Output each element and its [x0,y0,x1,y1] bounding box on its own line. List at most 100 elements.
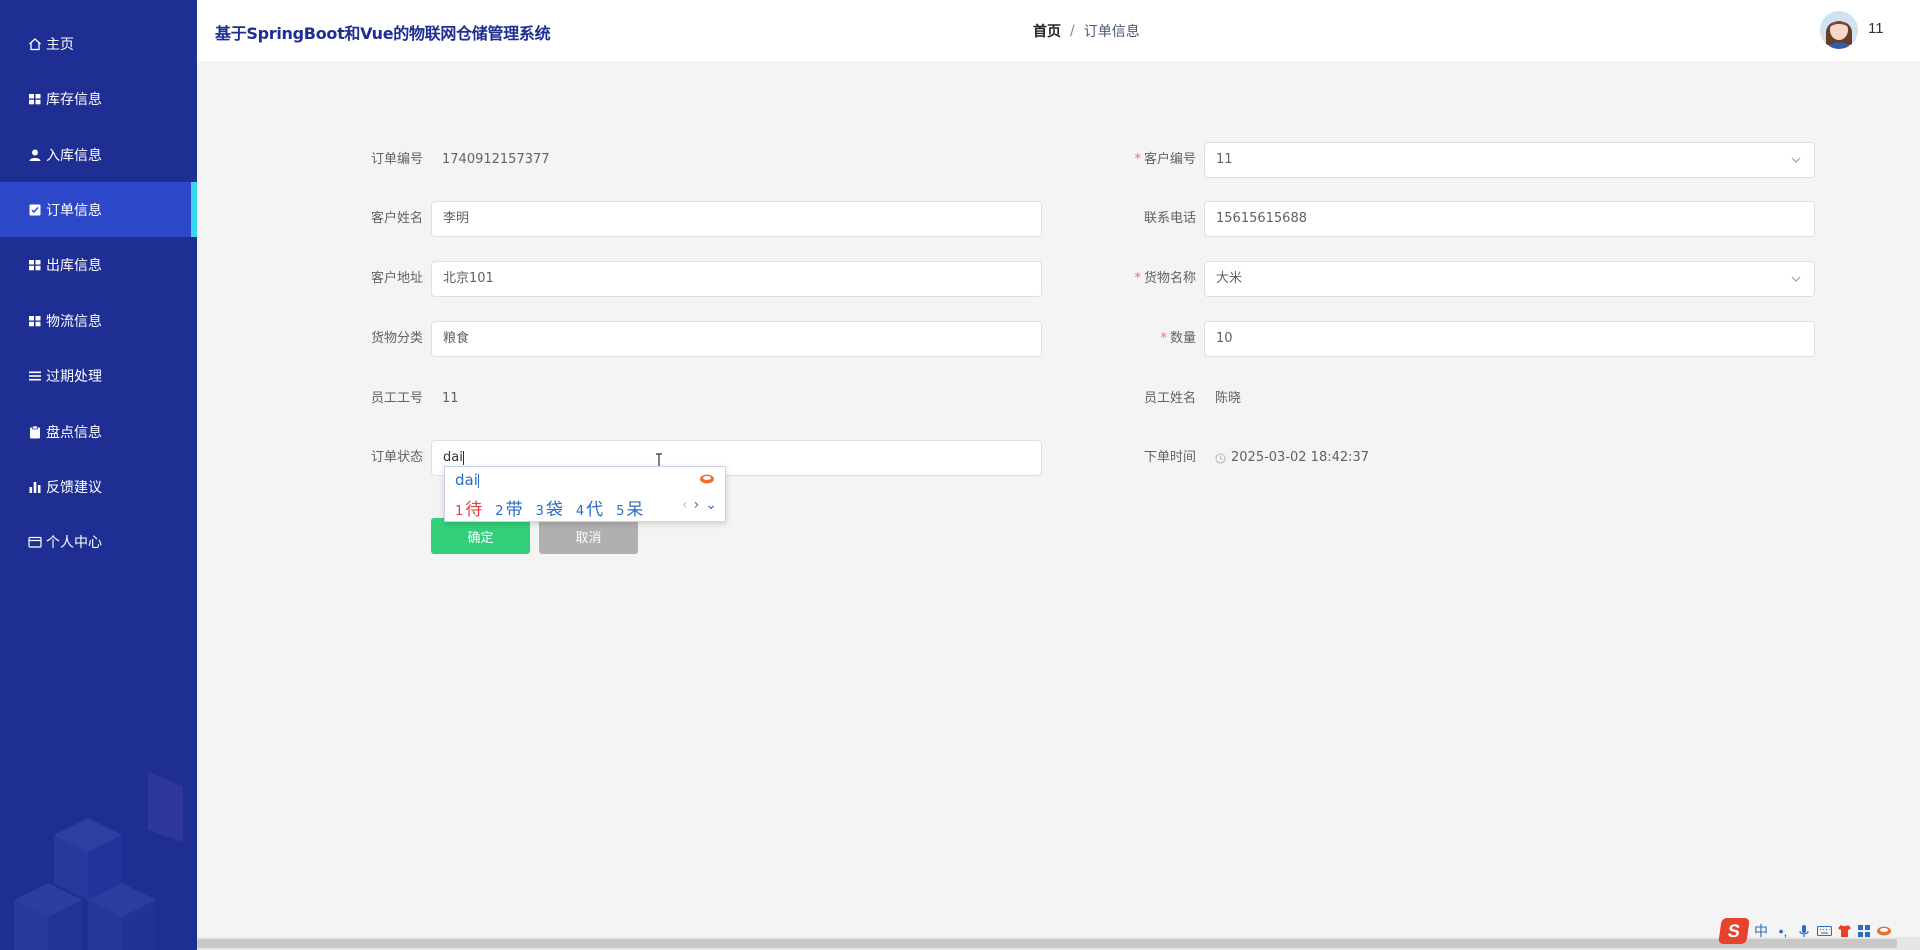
ime-next-page-icon[interactable]: › [694,497,700,513]
toolbox-grid-icon[interactable] [1856,923,1872,939]
card-icon [28,535,42,549]
category-label: 货物分类 [370,331,423,346]
ime-skin-icon[interactable] [699,473,715,485]
sidebar-item-label: 库存信息 [46,91,102,108]
address-input[interactable]: 北京101 [431,261,1042,297]
sidebar-item-label: 主页 [46,36,74,53]
goods-name-label: * 货物名称 [1134,271,1196,286]
category-input[interactable]: 粮食 [431,321,1042,357]
ime-candidate[interactable]: 4代 [576,495,603,520]
phone-label: 联系电话 [1143,211,1196,226]
sidebar-item-orders[interactable]: 订单信息 [0,182,197,237]
quantity-label: * 数量 [1160,331,1196,346]
grid-icon [28,92,42,106]
home-icon [28,37,42,51]
ime-prev-page-icon[interactable]: ‹ [682,497,688,513]
status-label: 订单状态 [370,450,423,465]
breadcrumb-home[interactable]: 首页 [1033,21,1061,41]
quantity-input[interactable]: 10 [1204,321,1815,357]
ime-candidate[interactable]: 3袋 [536,495,563,520]
sidebar-item-stocktake[interactable]: 盘点信息 [0,404,197,459]
customer-no-value: 11 [1216,152,1233,167]
phone-input[interactable]: 15615615688 [1204,201,1815,237]
customer-no-select[interactable]: 11 [1204,142,1815,178]
grid-icon [28,258,42,272]
ime-navigation: ‹ › ⌄ [682,497,717,513]
order-no-value: 1740912157377 [442,152,550,167]
sidebar-item-label: 物流信息 [46,313,102,330]
microphone-icon[interactable] [1796,923,1812,939]
goods-name-value: 大米 [1216,271,1243,286]
clock-icon [1215,452,1226,464]
bar-chart-icon [28,480,42,494]
sidebar-item-label: 盘点信息 [46,424,102,441]
sidebar-item-home[interactable]: 主页 [0,16,197,71]
sidebar-item-label: 出库信息 [46,257,102,274]
customer-name-label: 客户姓名 [370,211,423,226]
clipboard-icon [28,425,42,439]
required-mark: * [1134,152,1141,167]
checkbox-icon [28,203,42,217]
list-icon [28,369,42,383]
scrollbar-thumb[interactable] [197,939,1897,948]
sidebar-item-profile[interactable]: 个人中心 [0,514,197,569]
avatar[interactable] [1820,11,1858,49]
ime-toolbar: S 中 •, [1716,918,1920,944]
customer-no-label: * 客户编号 [1134,152,1196,167]
username[interactable]: 11 [1868,20,1884,37]
staff-name-label: 员工姓名 [1143,391,1196,406]
order-time-field: 2025-03-02 18:42:37 [1215,440,1369,476]
ime-composition: dai [455,471,479,489]
sidebar-item-inventory[interactable]: 库存信息 [0,71,197,126]
text-caret [462,450,464,465]
required-mark: * [1160,331,1167,346]
ime-candidate[interactable]: 2带 [495,495,522,520]
top-header: 基于SpringBoot和Vue的物联网仓储管理系统 首页 / 订单信息 11 [197,0,1920,61]
order-time-label: 下单时间 [1143,450,1196,465]
sidebar-item-label: 反馈建议 [46,479,102,496]
order-time-value: 2025-03-02 18:42:37 [1231,450,1370,465]
skin-shirt-icon[interactable] [1836,923,1852,939]
sidebar: 主页 库存信息 入库信息 订单信息 出库信息 物流信息 过期处理 盘点信息 反馈… [0,0,197,950]
ime-candidate-list: 1待 2带 3袋 4代 5呆 [455,495,656,520]
sidebar-item-inbound[interactable]: 入库信息 [0,127,197,182]
sidebar-item-label: 个人中心 [46,534,102,551]
ime-candidate[interactable]: 1待 [455,495,482,520]
chevron-down-icon [1791,276,1801,282]
sidebar-item-outbound[interactable]: 出库信息 [0,237,197,292]
staff-no-label: 员工工号 [370,391,423,406]
sidebar-item-logistics[interactable]: 物流信息 [0,293,197,348]
ime-candidate[interactable]: 5呆 [616,495,643,520]
sogou-logo-icon[interactable]: S [1718,918,1750,944]
sidebar-item-label: 过期处理 [46,368,102,385]
sidebar-item-label: 订单信息 [46,202,102,219]
user-icon [28,148,42,162]
breadcrumb: 首页 / 订单信息 [1033,21,1140,41]
staff-no-value: 11 [442,391,459,406]
punctuation-toggle[interactable]: •, [1774,923,1792,939]
ime-candidate-popup: dai 1待 2带 3袋 4代 5呆 ‹ › ⌄ [444,466,726,522]
customer-name-input[interactable]: 李明 [431,201,1042,237]
sidebar-item-expiry[interactable]: 过期处理 [0,348,197,403]
app-title: 基于SpringBoot和Vue的物联网仓储管理系统 [215,24,551,43]
grid-icon [28,314,42,328]
mascot-icon[interactable] [1876,923,1892,939]
sidebar-item-feedback[interactable]: 反馈建议 [0,459,197,514]
ime-expand-icon[interactable]: ⌄ [705,497,717,513]
ime-chinese-mode-toggle[interactable]: 中 [1752,921,1770,941]
chevron-down-icon [1791,157,1801,163]
decorative-cubes-illustration [14,772,183,950]
confirm-button[interactable]: 确定 [431,518,530,554]
horizontal-scrollbar[interactable] [197,937,1920,950]
breadcrumb-current: 订单信息 [1083,24,1140,40]
status-input-text: dai [443,450,463,465]
breadcrumb-separator: / [1070,23,1075,39]
required-mark: * [1134,271,1141,286]
goods-name-select[interactable]: 大米 [1204,261,1815,297]
keyboard-icon[interactable] [1816,923,1832,939]
address-label: 客户地址 [370,271,423,286]
staff-name-value: 陈晓 [1215,391,1242,406]
cancel-button[interactable]: 取消 [539,518,638,554]
order-no-label: 订单编号 [370,152,423,167]
sidebar-item-label: 入库信息 [46,147,102,164]
